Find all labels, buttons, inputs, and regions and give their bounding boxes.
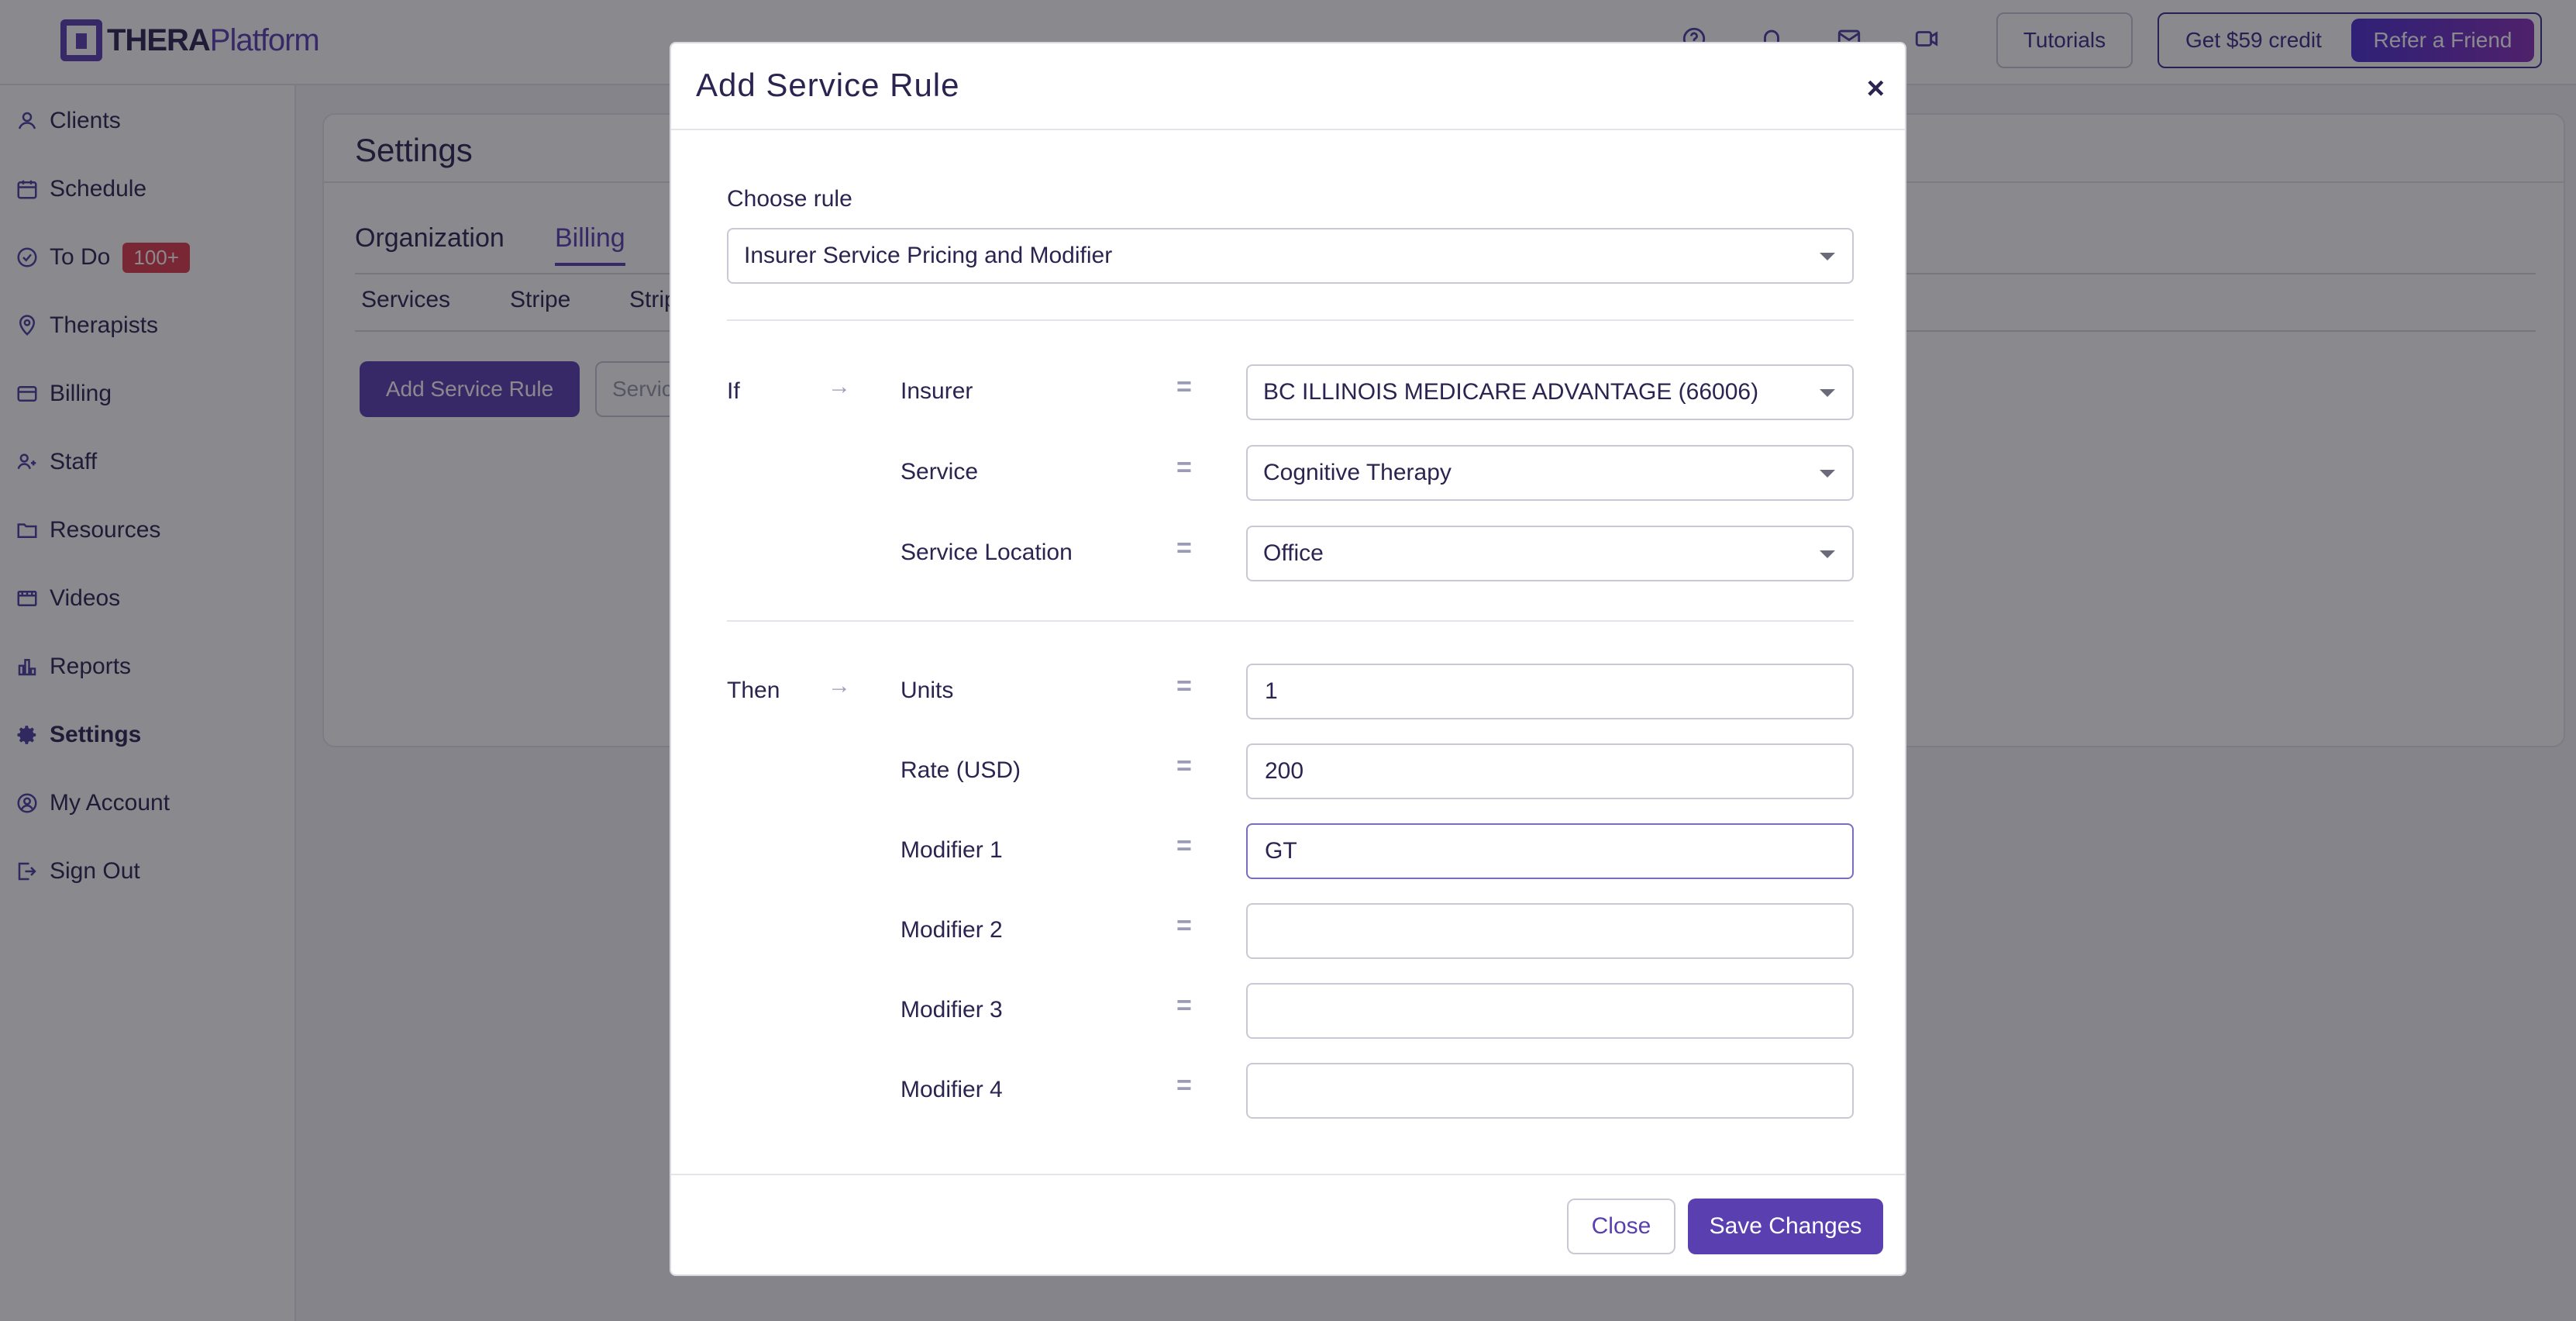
chevron-down-icon	[1820, 253, 1835, 260]
service-value: Cognitive Therapy	[1263, 460, 1452, 485]
modal-header: Add Service Rule ×	[671, 43, 1905, 130]
modifier-4-input[interactable]	[1246, 1063, 1854, 1119]
modal-title: Add Service Rule	[696, 67, 960, 103]
modifier-2-input[interactable]	[1246, 903, 1854, 959]
close-icon[interactable]: ×	[1867, 71, 1885, 106]
chevron-down-icon	[1820, 470, 1835, 478]
equals-icon: =	[1176, 671, 1192, 701]
units-input[interactable]: 1	[1246, 664, 1854, 719]
chevron-down-icon	[1820, 389, 1835, 397]
action-label-modifier-4: Modifier 4	[901, 1077, 1003, 1102]
action-label-modifier-2: Modifier 2	[901, 917, 1003, 943]
equals-icon: =	[1176, 991, 1192, 1020]
action-label-modifier-1: Modifier 1	[901, 837, 1003, 863]
action-label-rate: Rate (USD)	[901, 757, 1021, 783]
chevron-down-icon	[1820, 550, 1835, 558]
equals-icon: =	[1176, 911, 1192, 940]
divider	[671, 1174, 1905, 1175]
equals-icon: =	[1176, 1071, 1192, 1100]
choose-rule-value: Insurer Service Pricing and Modifier	[744, 243, 1113, 268]
modifier-1-input[interactable]: GT	[1246, 823, 1854, 879]
equals-icon: =	[1176, 453, 1192, 482]
service-location-select[interactable]: Office	[1246, 526, 1854, 581]
equals-icon: =	[1176, 831, 1192, 861]
condition-label-service: Service	[901, 459, 979, 485]
add-service-rule-modal: Add Service Rule × Choose rule Insurer S…	[670, 42, 1906, 1276]
condition-label-insurer: Insurer	[901, 378, 973, 404]
divider	[727, 319, 1854, 321]
divider	[727, 620, 1854, 622]
choose-rule-label: Choose rule	[727, 186, 852, 212]
modifier-3-input[interactable]	[1246, 983, 1854, 1039]
equals-icon: =	[1176, 372, 1192, 402]
insurer-value: BC ILLINOIS MEDICARE ADVANTAGE (66006)	[1263, 379, 1759, 405]
arrow-right-icon: →	[828, 673, 851, 698]
service-select[interactable]: Cognitive Therapy	[1246, 445, 1854, 501]
close-button[interactable]: Close	[1567, 1199, 1675, 1254]
save-changes-button[interactable]: Save Changes	[1688, 1199, 1883, 1254]
service-location-value: Office	[1263, 540, 1324, 566]
insurer-select[interactable]: BC ILLINOIS MEDICARE ADVANTAGE (66006)	[1246, 364, 1854, 420]
choose-rule-select[interactable]: Insurer Service Pricing and Modifier	[727, 228, 1854, 284]
if-label: If	[727, 378, 740, 404]
condition-label-service-location: Service Location	[901, 540, 1073, 565]
equals-icon: =	[1176, 751, 1192, 781]
equals-icon: =	[1176, 533, 1192, 563]
action-label-units: Units	[901, 678, 954, 703]
action-label-modifier-3: Modifier 3	[901, 997, 1003, 1023]
rate-input[interactable]: 200	[1246, 743, 1854, 799]
arrow-right-icon: →	[828, 374, 851, 399]
then-label: Then	[727, 678, 780, 703]
